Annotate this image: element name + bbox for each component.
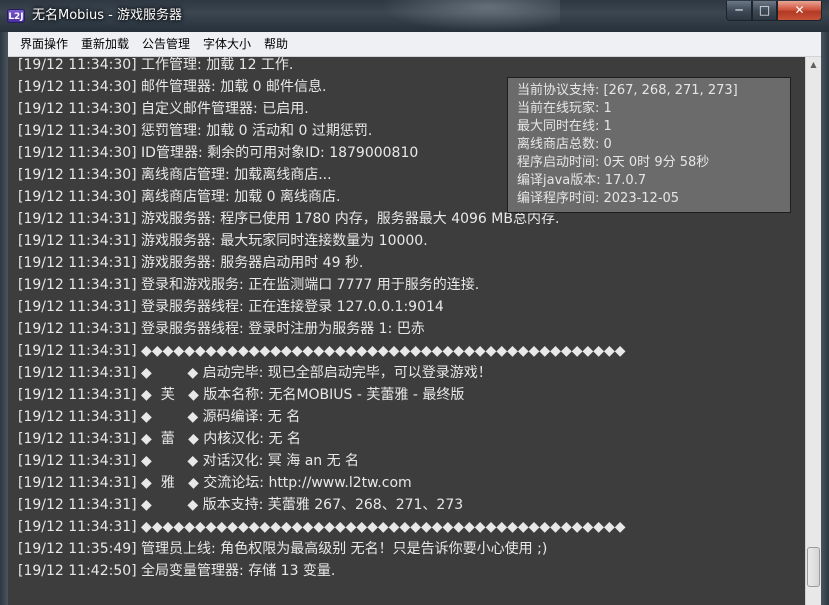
- menu-interface[interactable]: 界面操作: [20, 32, 68, 56]
- minimize-button[interactable]: ─: [726, 1, 752, 21]
- log-line: [19/12 11:34:30] 邮件管理器: 加载 0 邮件信息.: [18, 79, 327, 95]
- window-left-border: [0, 32, 8, 605]
- scroll-up-arrow-icon[interactable]: ▲: [806, 57, 821, 73]
- log-line: [19/12 11:34:31] ◆ 蕾 ◆ 内核汉化: 无 名: [18, 431, 301, 447]
- scroll-thumb[interactable]: [807, 547, 820, 587]
- app-icon: L2J: [7, 9, 25, 23]
- status-protocols: 当前协议支持: [267, 268, 271, 273]: [517, 83, 738, 98]
- log-line: [19/12 11:34:31] 登录和游戏服务: 正在监测端口 7777 用于…: [18, 277, 480, 293]
- server-status-panel: 当前协议支持: [267, 268, 271, 273] 当前在线玩家: 1 最…: [507, 77, 791, 213]
- log-line: [19/12 11:42:50] 全局变量管理器: 存储 13 变量.: [18, 563, 336, 579]
- log-line: [19/12 11:34:31] 游戏服务器: 服务器启动用时 49 秒.: [18, 255, 364, 271]
- titlebar-backdrop: [380, 0, 560, 32]
- log-line: [19/12 11:34:30] 离线商店管理: 加载离线商店...: [18, 167, 332, 183]
- log-line: [19/12 11:34:30] ID管理器: 剩余的可用对象ID: 18790…: [18, 145, 419, 161]
- log-line: [19/12 11:34:31] 登录服务器线程: 登录时注册为服务器 1: 巴…: [18, 321, 425, 337]
- menu-announcements[interactable]: 公告管理: [142, 32, 190, 56]
- menu-reload[interactable]: 重新加载: [81, 32, 129, 56]
- log-line: [19/12 11:34:31] 登录服务器线程: 正在连接登录 127.0.0…: [18, 299, 444, 315]
- log-line: [19/12 11:34:30] 自定义邮件管理器: 已启用.: [18, 101, 309, 117]
- status-max-online: 最大同时在线: 1: [517, 119, 612, 134]
- menu-bar: 界面操作 重新加载 公告管理 字体大小 帮助: [8, 32, 821, 57]
- status-uptime: 程序启动时间: 0天 0时 9分 58秒: [517, 155, 710, 170]
- log-line: [19/12 11:34:30] 惩罚管理: 加载 0 活动和 0 过期惩罚.: [18, 123, 373, 139]
- log-line: [19/12 11:34:31] ◆◆◆◆◆◆◆◆◆◆◆◆◆◆◆◆◆◆◆◆◆◆◆…: [18, 343, 626, 359]
- maximize-button[interactable]: □: [752, 1, 777, 21]
- log-line: [19/12 11:34:31] ◆ ◆ 版本支持: 芙蕾雅 267、268、2…: [18, 497, 464, 513]
- log-scrollbar[interactable]: ▲: [805, 57, 821, 605]
- log-line: [19/12 11:34:31] ◆ ◆ 对话汉化: 冥 海 an 无 名: [18, 453, 360, 469]
- status-online-players: 当前在线玩家: 1: [517, 101, 612, 116]
- log-line: [19/12 11:35:49] 管理员上线: 角色权限为最高级别 无名！只是告…: [18, 541, 548, 557]
- status-offline-shops: 离线商店总数: 0: [517, 137, 612, 152]
- status-build-date: 编译程序时间: 2023-12-05: [517, 191, 680, 206]
- log-line: [19/12 11:34:31] 游戏服务器: 程序已使用 1780 内存，服务…: [18, 211, 560, 227]
- log-line: [19/12 11:34:31] ◆◆◆◆◆◆◆◆◆◆◆◆◆◆◆◆◆◆◆◆◆◆◆…: [18, 519, 626, 535]
- menu-help[interactable]: 帮助: [264, 32, 288, 56]
- window-right-border: [821, 32, 829, 605]
- log-line: [19/12 11:34:30] 离线商店管理: 加载 0 离线商店.: [18, 189, 341, 205]
- log-line: [19/12 11:34:31] 游戏服务器: 最大玩家同时连接数量为 1000…: [18, 233, 428, 249]
- log-line: [19/12 11:34:31] ◆ 雅 ◆ 交流论坛: http://www.…: [18, 475, 412, 491]
- log-line: [19/12 11:34:31] ◆ ◆ 启动完毕: 现已全部启动完毕，可以登录…: [18, 365, 492, 381]
- menu-font-size[interactable]: 字体大小: [203, 32, 251, 56]
- log-line: [19/12 11:34:30] 工作管理: 加载 12 工作.: [18, 57, 294, 73]
- close-button[interactable]: ✕: [777, 1, 822, 21]
- log-line: [19/12 11:34:31] ◆ 芙 ◆ 版本名称: 无名MOBIUS - …: [18, 387, 465, 403]
- title-bar[interactable]: L2J 无名Mobius - 游戏服务器 ─ □ ✕: [0, 0, 829, 32]
- server-window: L2J 无名Mobius - 游戏服务器 ─ □ ✕ 界面操作 重新加载 公告管…: [0, 0, 829, 605]
- window-title: 无名Mobius - 游戏服务器: [32, 8, 183, 23]
- status-java-version: 编译java版本: 17.0.7: [517, 173, 647, 188]
- log-line: [19/12 11:34:31] ◆ ◆ 源码编译: 无 名: [18, 409, 301, 425]
